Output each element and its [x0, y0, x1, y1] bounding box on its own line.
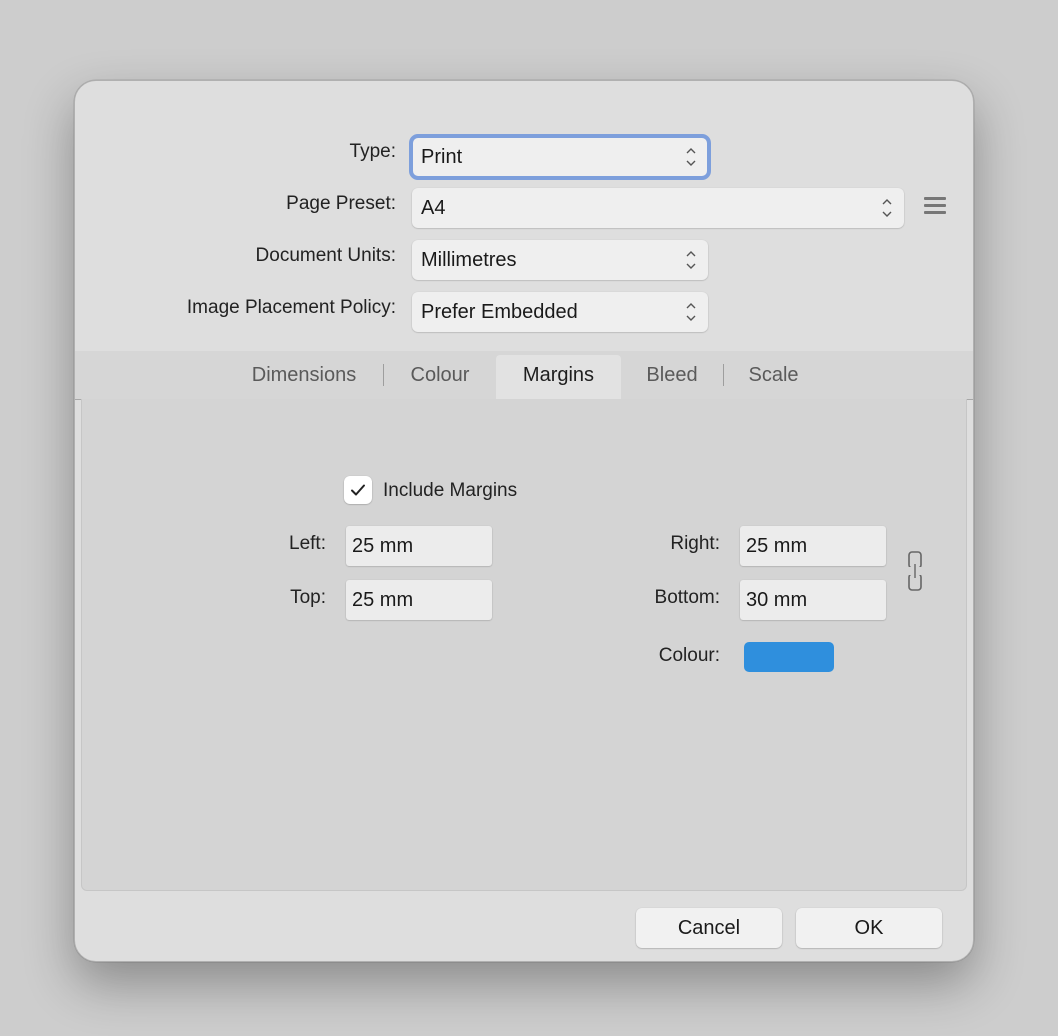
tab-scale[interactable]: Scale [735, 355, 812, 399]
image-placement-value: Prefer Embedded [421, 301, 578, 323]
up-down-chevron-icon [880, 195, 894, 221]
ok-button[interactable]: OK [796, 908, 942, 948]
tab-separator [723, 364, 724, 386]
document-units-value: Millimetres [421, 249, 517, 271]
include-margins-label: Include Margins [383, 480, 518, 501]
page-preset-value: A4 [421, 197, 446, 219]
page-preset-label: Page Preset: [286, 193, 396, 214]
up-down-chevron-icon [684, 247, 698, 273]
checkmark-icon [351, 484, 365, 496]
up-down-chevron-icon [684, 144, 698, 170]
margins-panel [81, 399, 967, 891]
left-margin-field[interactable]: 25 mm [346, 526, 492, 566]
bottom-margin-field[interactable]: 30 mm [740, 580, 886, 620]
type-popup[interactable]: Print [409, 134, 711, 180]
right-label: Right: [670, 533, 720, 554]
tab-dimensions[interactable]: Dimensions [235, 355, 373, 399]
chain-link-icon[interactable] [906, 550, 924, 592]
colour-label: Colour: [658, 645, 720, 666]
document-units-label: Document Units: [255, 245, 396, 266]
tab-margins[interactable]: Margins [496, 355, 621, 399]
margin-colour-swatch[interactable] [744, 642, 834, 672]
page-preset-popup[interactable]: A4 [412, 188, 904, 228]
hamburger-menu-icon[interactable] [924, 197, 946, 217]
up-down-chevron-icon [684, 299, 698, 325]
image-placement-popup[interactable]: Prefer Embedded [412, 292, 708, 332]
bottom-label: Bottom: [654, 587, 720, 608]
new-document-dialog: Type: Print Page Preset: A4 Document Uni… [74, 80, 974, 962]
top-margin-field[interactable]: 25 mm [346, 580, 492, 620]
tab-bleed[interactable]: Bleed [631, 355, 713, 399]
tab-bar: Dimensions Colour Margins Bleed Scale [75, 351, 973, 400]
left-label: Left: [289, 533, 326, 554]
tab-colour[interactable]: Colour [393, 355, 487, 399]
cancel-button[interactable]: Cancel [636, 908, 782, 948]
document-units-popup[interactable]: Millimetres [412, 240, 708, 280]
image-placement-label: Image Placement Policy: [186, 297, 396, 318]
top-label: Top: [290, 587, 326, 608]
type-label: Type: [349, 141, 396, 162]
right-margin-field[interactable]: 25 mm [740, 526, 886, 566]
tab-separator [383, 364, 384, 386]
type-value: Print [421, 146, 463, 168]
include-margins-checkbox[interactable] [344, 476, 372, 504]
